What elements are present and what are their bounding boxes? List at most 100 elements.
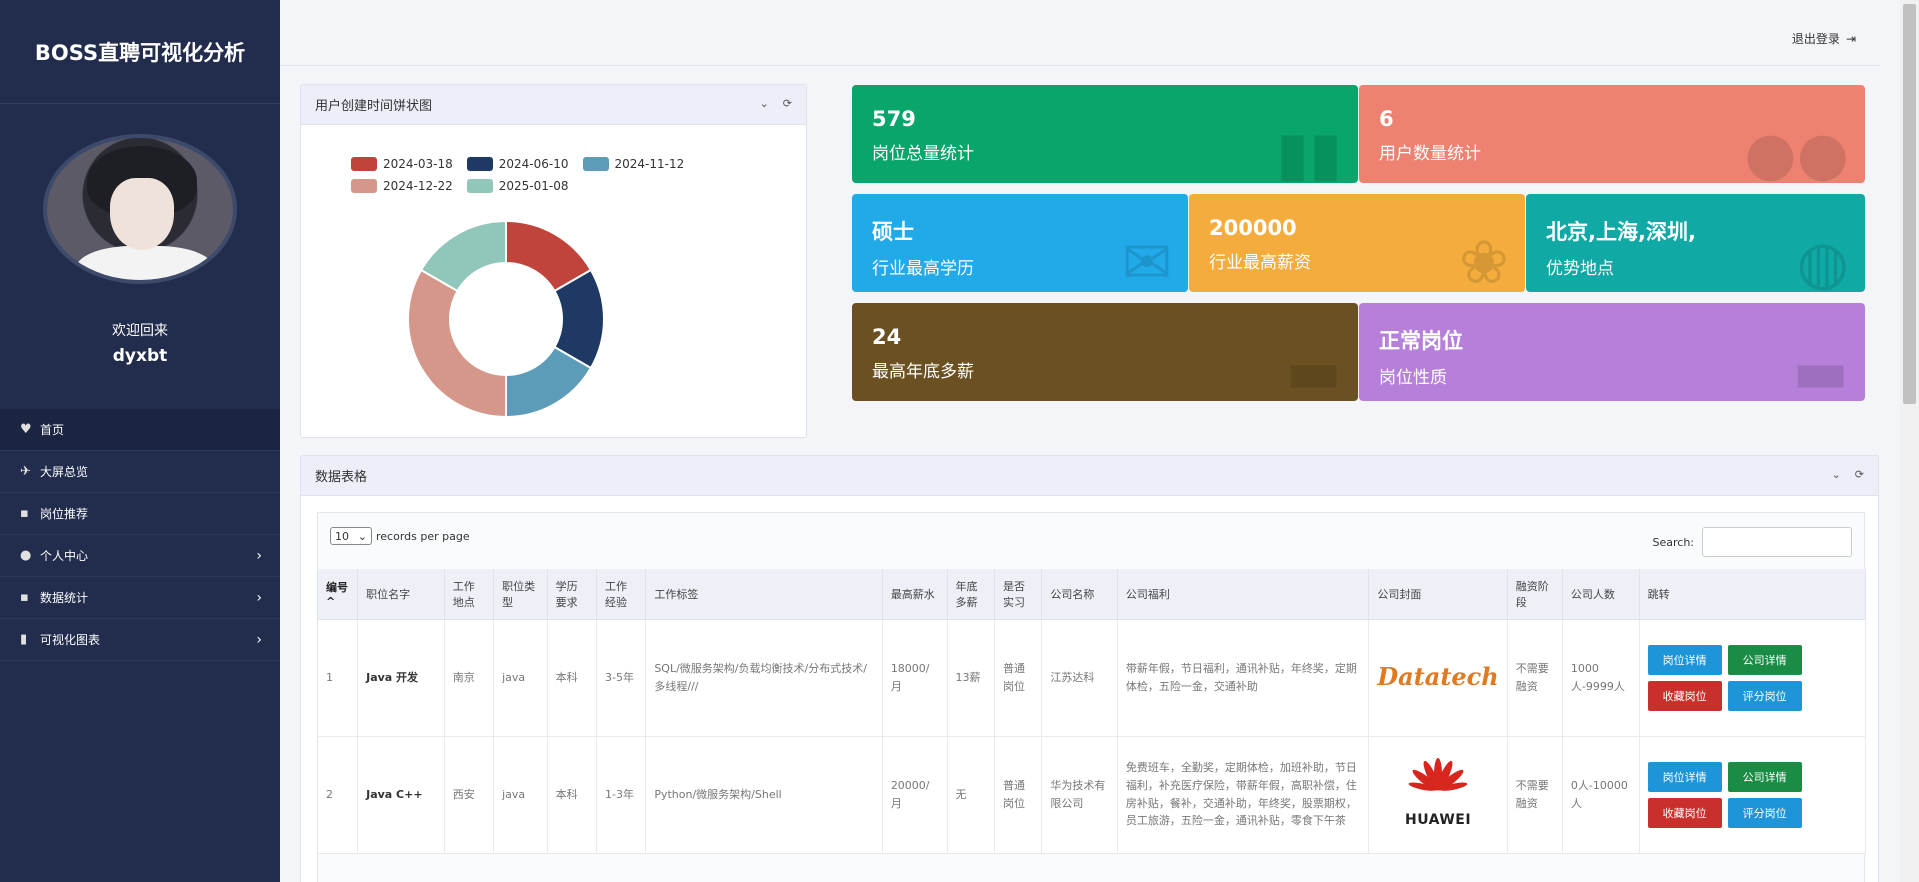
chevron-right-icon: › [256,547,262,564]
search-label: Search: [1652,535,1695,549]
refresh-icon[interactable]: ⟳ [783,97,792,110]
chart-legend: 2024-03-18 2024-06-10 2024-11-12 2024-12-22… [351,157,691,193]
bar-chart-icon: ▮ [20,632,28,647]
records-per-page-label: records per page [376,529,470,543]
action-cell: 岗位详情 公司详情 收藏岗位 评分岗位 [1639,736,1867,854]
favorite-job-button[interactable]: 收藏岗位 [1647,680,1722,711]
column-header[interactable]: 职位类型 [493,569,548,620]
grid-icon: ▪ [20,590,29,605]
panel-tools: ⌄ ⟳ [1832,468,1864,481]
sidebar-item-charts[interactable]: ▮ 可视化图表 › [0,619,280,661]
page-length-select[interactable]: 10 ⌄ [330,527,372,545]
rate-job-button[interactable]: 评分岗位 [1727,797,1802,828]
sidebar-item-label: 首页 [40,423,65,437]
company-detail-button[interactable]: 公司详情 [1727,761,1802,792]
logout-label: 退出登录 [1791,32,1840,46]
legend-item[interactable]: 2024-03-18 [351,157,453,171]
sort-asc-icon: ^ [326,595,336,609]
stat-card-jobs: 579 岗位总量统计 ▮▮ [852,85,1358,183]
data-table: 编号 ^ 职位名字 工作地点 职位类型 学历要求 工作经验 工作标签 最高薪水 … [318,569,1867,854]
stat-card-education: 硕士 行业最高学历 ✉ [852,194,1188,292]
data-table-panel: 数据表格 ⌄ ⟳ 10 ⌄ records per page Search: 编… [300,455,1879,882]
legend-label: 2024-06-10 [498,157,569,171]
legend-item[interactable]: 2025-01-08 [466,179,569,193]
column-header[interactable]: 最高薪水 [882,569,948,620]
heart-icon: ♥ [20,422,32,437]
sidebar-item-recommend[interactable]: ▪ 岗位推荐 [0,493,280,535]
table-search: Search: [1652,527,1852,557]
plane-icon: ✈ [20,464,31,479]
sidebar-item-statistics[interactable]: ▪ 数据统计 › [0,577,280,619]
stat-card-bonus: 24 最高年底多薪 ▬ [852,303,1358,401]
table-row: 1 Java 开发 南京 java 本科 3-5年 SQL/微服务架构/负载均衡… [318,619,1867,737]
column-header[interactable]: 跳转 [1639,569,1867,620]
stat-value: 24 [872,325,902,349]
legend-swatch [351,157,377,171]
sidebar-item-label: 个人中心 [40,549,89,563]
stat-label: 岗位总量统计 [872,144,974,164]
panel-header: 数据表格 ⌄ ⟳ [301,456,1878,496]
company-logo: Datatech [1368,619,1508,737]
bar-chart-icon: ▮▮ [1275,119,1342,183]
refresh-icon[interactable]: ⟳ [1855,468,1864,481]
column-header[interactable]: 编号 ^ [318,569,359,620]
column-header[interactable]: 工作地点 [444,569,495,620]
sidebar-item-label: 大屏总览 [40,465,89,479]
column-header[interactable]: 公司名称 [1041,569,1118,620]
sidebar: BOSS直聘可视化分析 欢迎回来 dyxbt ♥ 首页 ✈ 大屏总览 ▪ 岗位推… [0,0,280,882]
panel-title: 数据表格 [315,470,368,485]
sidebar-item-overview[interactable]: ✈ 大屏总览 [0,451,280,493]
pie-chart-panel: 用户创建时间饼状图 ⌄ ⟳ 2024-03-18 2024-06-10 2024-1… [300,84,807,438]
column-header[interactable]: 公司福利 [1117,569,1370,620]
legend-swatch [351,179,377,193]
rate-job-button[interactable]: 评分岗位 [1727,680,1802,711]
sidebar-item-label: 数据统计 [40,591,89,605]
legend-swatch [582,157,609,171]
legend-item[interactable]: 2024-06-10 [466,157,569,171]
sidebar-item-profile[interactable]: ● 个人中心 › [0,535,280,577]
table-row: 2 Java C++ 西安 java 本科 1-3年 Python/微服务架构/… [318,736,1867,854]
sidebar-item-home[interactable]: ♥ 首页 [0,409,280,451]
legend-label: 2024-11-12 [614,157,685,171]
stat-value: 579 [872,107,916,131]
collapse-icon[interactable]: ⌄ [1832,468,1841,481]
chevron-right-icon: › [256,589,262,606]
column-header[interactable]: 学历要求 [547,569,598,620]
users-icon: ●● [1744,119,1849,183]
column-header[interactable]: 工作经验 [596,569,647,620]
stat-value: 正常岗位 [1379,329,1463,353]
job-detail-button[interactable]: 岗位详情 [1647,644,1722,675]
column-header[interactable]: 公司人数 [1562,569,1640,620]
column-header[interactable]: 是否实习 [994,569,1043,620]
gift-icon: ❀ [1458,228,1509,292]
sidebar-item-label: 岗位推荐 [40,507,89,521]
company-logo-text: HUAWEI [1405,812,1472,829]
legend-label: 2024-03-18 [383,157,453,171]
logout-link[interactable]: 退出登录 ⇥ [1792,30,1856,47]
chevron-down-icon: ⌄ [357,529,367,543]
column-header[interactable]: 融资阶段 [1507,569,1563,620]
favorite-job-button[interactable]: 收藏岗位 [1647,797,1722,828]
job-detail-button[interactable]: 岗位详情 [1647,761,1722,792]
search-input[interactable] [1702,527,1852,557]
pie-slice[interactable] [407,268,507,419]
company-detail-button[interactable]: 公司详情 [1727,644,1802,675]
column-header[interactable]: 年底多薪 [947,569,996,620]
envelope-icon: ✉ [1121,228,1172,292]
page-length-value: 10 [335,529,349,543]
sidebar-nav: ♥ 首页 ✈ 大屏总览 ▪ 岗位推荐 ● 个人中心 › ▪ 数据统计 › ▮ 可… [0,409,280,661]
user-icon: ● [20,548,32,563]
page-scrollbar[interactable] [1900,0,1919,882]
legend-label: 2025-01-08 [498,179,569,193]
legend-item[interactable]: 2024-11-12 [582,157,685,171]
column-header[interactable]: 公司封面 [1368,569,1508,620]
column-header[interactable]: 职位名字 [357,569,445,620]
column-header[interactable]: 工作标签 [645,569,883,620]
stat-card-salary: 200000 行业最高薪资 ❀ [1189,194,1525,292]
scrollbar-thumb[interactable] [1903,4,1916,404]
collapse-icon[interactable]: ⌄ [760,97,769,110]
stat-card-location: 北京,上海,深圳, 优势地点 ◍ [1526,194,1865,292]
welcome-text: 欢迎回来 [112,323,168,339]
legend-item[interactable]: 2024-12-22 [351,179,453,193]
brand-title: BOSS直聘可视化分析 [0,0,280,104]
